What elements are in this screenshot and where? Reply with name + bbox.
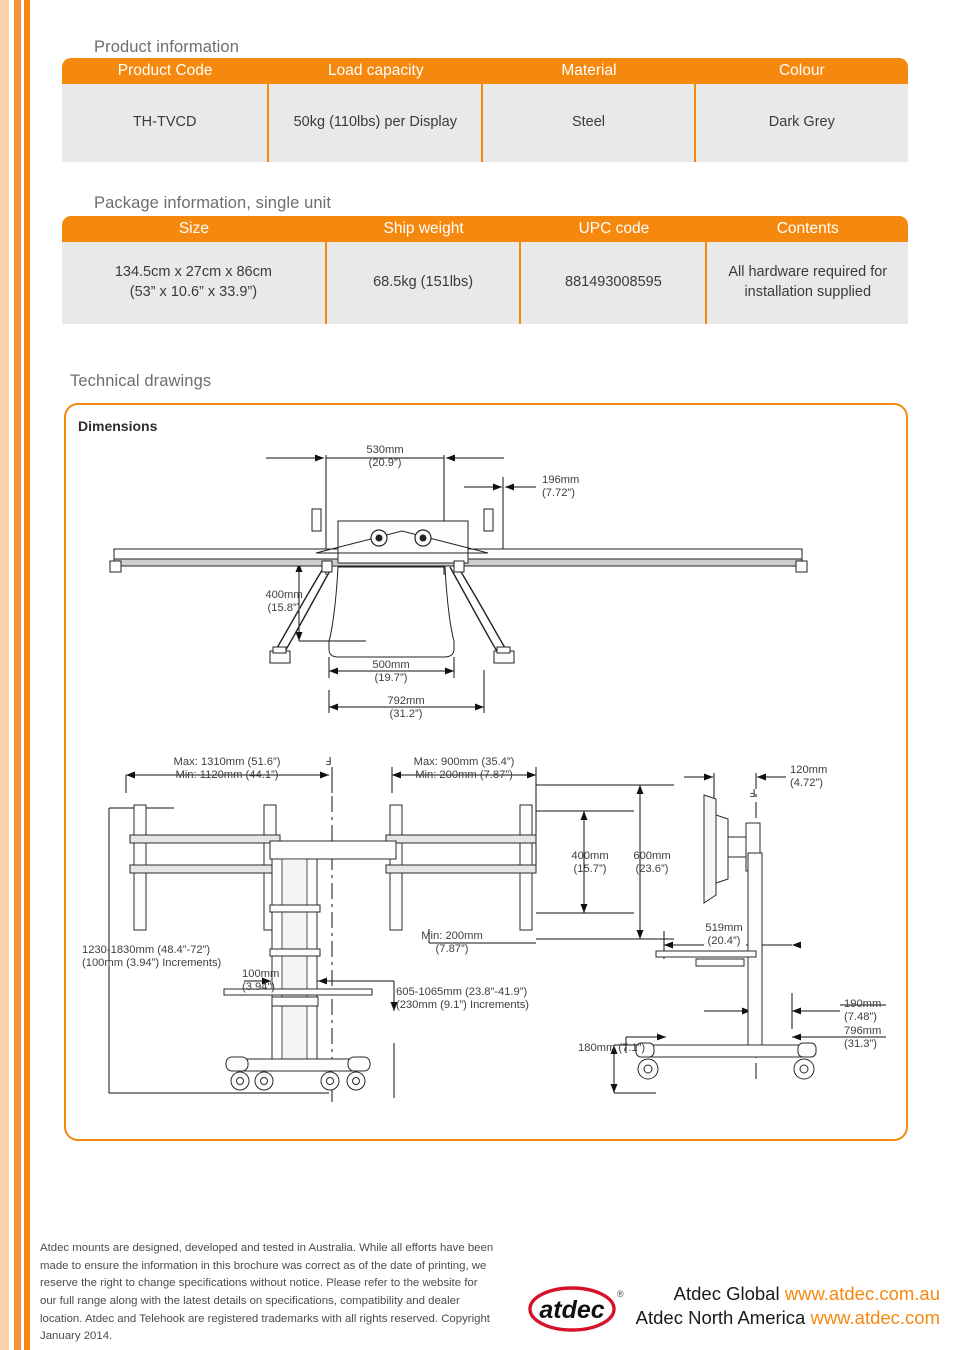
dim-width-min: Min: 1120mm (44.1”) — [176, 769, 279, 781]
svg-text:Ⅎ: Ⅎ — [749, 788, 755, 800]
column-header-load-capacity: Load capacity — [269, 58, 484, 84]
dim-196mm: 196mm — [542, 474, 579, 486]
table-row: TH-TVCD 50kg (110lbs) per Display Steel … — [62, 84, 908, 162]
cell-colour: Dark Grey — [695, 84, 908, 162]
table-header-row: Product Code Load capacity Material Colo… — [62, 58, 908, 84]
dim-792mm-in: (31.2”) — [390, 708, 423, 720]
column-header-size: Size — [62, 216, 327, 242]
dim-519mm: 519mm — [705, 922, 742, 934]
dim-500mm: 500mm — [372, 659, 409, 671]
svg-text:Ⅎ: Ⅎ — [325, 756, 331, 768]
dim-shelf-range: 605-1065mm (23.8”-41.9”) — [396, 986, 527, 998]
top-view-drawing: 530mm (20.9”) 196mm (7.72”) 400mm (15.8”… — [109, 444, 808, 720]
contact-region-north-america: Atdec North America — [635, 1307, 806, 1329]
footer-contact-block: atdec ® Atdec Global www.atdec.com.au At… — [520, 1282, 940, 1332]
column-header-upc-code: UPC code — [521, 216, 708, 242]
cell-ship-weight: 68.5kg (151lbs) — [326, 242, 522, 324]
table-header-row: Size Ship weight UPC code Contents — [62, 216, 908, 242]
contact-url-global[interactable]: www.atdec.com.au — [785, 1283, 940, 1304]
column-header-material: Material — [483, 58, 696, 84]
product-information-table: Product Code Load capacity Material Colo… — [62, 58, 908, 162]
edge-stripe-medium — [14, 0, 21, 1350]
cell-load-capacity: 50kg (110lbs) per Display — [269, 84, 484, 162]
dim-519mm-in: (20.4”) — [708, 935, 741, 947]
dim-196mm-in: (7.72”) — [542, 487, 575, 499]
technical-drawings-panel: Dimensions 530mm (20.9”) 196mm (7.72”) 4… — [64, 403, 908, 1141]
dim-column-width: 100mm — [242, 968, 279, 980]
technical-drawings-title: Technical drawings — [70, 372, 212, 390]
dim-gap-max: Max: 900mm (35.4”) — [414, 756, 515, 768]
dim-120mm: 120mm — [790, 764, 827, 776]
contact-region-global: Atdec Global — [673, 1283, 780, 1304]
dim-width-max: Max: 1310mm (51.6”) — [174, 756, 281, 768]
dimensions-label: Dimensions — [78, 418, 158, 434]
side-view-drawing: Ⅎ 120mm (4.72”) 519mm (20.4”) 190mm (7.4… — [610, 764, 886, 1094]
dim-min-200-in: (7.87”) — [436, 943, 469, 955]
package-information-table: Size Ship weight UPC code Contents 134.5… — [62, 216, 908, 324]
column-header-contents: Contents — [707, 216, 908, 242]
cell-size: 134.5cm x 27cm x 86cm (53” x 10.6” x 33.… — [62, 242, 327, 324]
centerline-symbol-side: Ⅎ — [749, 788, 755, 800]
dim-height-increments: (100mm (3.94”) Increments) — [82, 957, 222, 969]
dim-792mm: 792mm — [387, 695, 424, 707]
column-header-colour: Colour — [695, 58, 908, 84]
dim-180mm-group: 180mm (7.1”) — [578, 1042, 645, 1054]
column-header-product-code: Product Code — [62, 58, 270, 84]
edge-stripe-dark — [24, 0, 30, 1350]
column-header-ship-weight: Ship weight — [326, 216, 522, 242]
dim-530mm-in: (20.9”) — [369, 457, 402, 469]
dim-190mm-in: (7.48”) — [844, 1011, 877, 1023]
dim-min-200: Min: 200mm — [421, 930, 483, 942]
table-row: 134.5cm x 27cm x 86cm (53” x 10.6” x 33.… — [62, 242, 908, 324]
dim-120mm-in: (4.72”) — [790, 777, 823, 789]
centerline-symbol: Ⅎ — [325, 756, 331, 768]
contact-url-north-america[interactable]: www.atdec.com — [810, 1307, 940, 1328]
package-information-title: Package information, single unit — [94, 194, 332, 212]
cell-material: Steel — [483, 84, 696, 162]
cell-product-code: TH-TVCD — [62, 84, 270, 162]
edge-stripe-light — [0, 0, 9, 1350]
dim-796mm-in: (31.3”) — [844, 1038, 877, 1050]
dim-500mm-in: (19.7”) — [375, 672, 408, 684]
footer-disclaimer: Atdec mounts are designed, developed and… — [40, 1242, 494, 1343]
product-information-title: Product information — [94, 38, 239, 56]
dim-height-range: 1230-1830mm (48.4”-72”) — [82, 944, 210, 956]
dim-column-width-in: (3.94”) — [242, 981, 275, 993]
cell-upc-code: 881493008595 — [521, 242, 708, 324]
dim-796mm: 796mm — [844, 1025, 881, 1037]
atdec-logo-text: atdec — [539, 1296, 604, 1324]
atdec-logo: atdec ® — [528, 1286, 624, 1332]
registered-trademark-icon: ® — [617, 1289, 624, 1299]
dim-shelf-increments: (230mm (9.1”) Increments) — [396, 999, 529, 1011]
dim-190mm: 190mm — [844, 998, 881, 1010]
dim-400mm-in: (15.8”) — [268, 602, 301, 614]
dim-530mm: 530mm — [366, 444, 403, 456]
dim-gap-min: Min: 200mm (7.87”) — [415, 769, 513, 781]
dim-400mm: 400mm — [265, 589, 302, 601]
cell-contents: All hardware required for installation s… — [707, 242, 908, 324]
dim-180mm: 180mm (7.1”) — [578, 1042, 645, 1054]
